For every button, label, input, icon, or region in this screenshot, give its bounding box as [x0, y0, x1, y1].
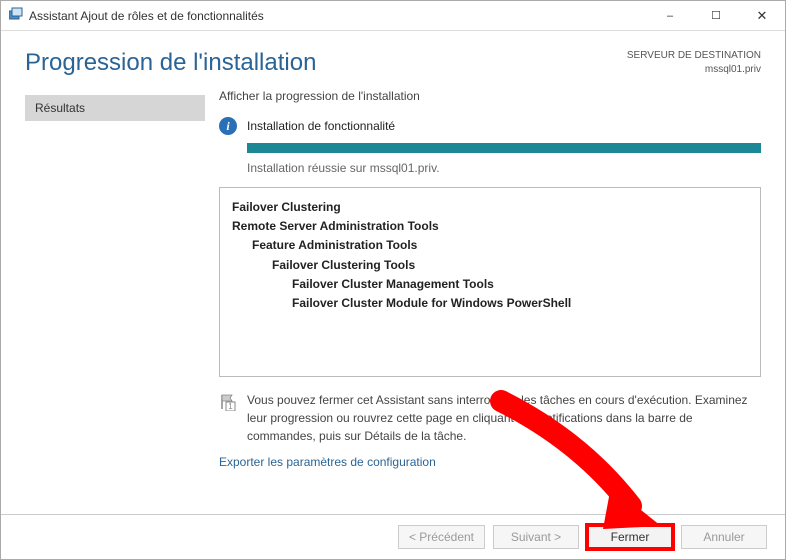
- main-subhead: Afficher la progression de l'installatio…: [219, 89, 761, 103]
- wizard-note-text: Vous pouvez fermer cet Assistant sans in…: [247, 391, 761, 445]
- sidebar-step-results[interactable]: Résultats: [25, 95, 205, 121]
- window-title: Assistant Ajout de rôles et de fonctionn…: [29, 9, 264, 23]
- info-icon: i: [219, 117, 237, 135]
- maximize-button[interactable]: ☐: [693, 1, 739, 31]
- cancel-button: Annuler: [681, 525, 767, 549]
- close-window-button[interactable]: ✕: [739, 1, 785, 31]
- feature-item: Failover Cluster Management Tools: [232, 275, 748, 294]
- install-status-title: Installation de fonctionnalité: [247, 119, 395, 133]
- wizard-footer: < Précédent Suivant > Fermer Annuler: [1, 514, 785, 559]
- previous-button: < Précédent: [398, 525, 485, 549]
- svg-text:1: 1: [228, 402, 233, 411]
- install-status-message: Installation réussie sur mssql01.priv.: [247, 161, 761, 175]
- page-title: Progression de l'installation: [25, 49, 316, 77]
- features-list: Failover ClusteringRemote Server Adminis…: [219, 187, 761, 377]
- feature-item: Feature Administration Tools: [232, 236, 748, 255]
- minimize-button[interactable]: –: [647, 1, 693, 31]
- feature-item: Failover Clustering: [232, 198, 748, 217]
- feature-item: Remote Server Administration Tools: [232, 217, 748, 236]
- app-icon: [9, 7, 23, 24]
- wizard-sidebar: Résultats: [25, 89, 205, 506]
- destination-value: mssql01.priv: [627, 63, 761, 77]
- progress-bar: [247, 143, 761, 153]
- next-button: Suivant >: [493, 525, 579, 549]
- flag-icon: 1: [219, 393, 237, 411]
- titlebar: Assistant Ajout de rôles et de fonctionn…: [1, 1, 785, 31]
- wizard-header: Progression de l'installation SERVEUR DE…: [1, 31, 785, 89]
- close-button[interactable]: Fermer: [587, 525, 673, 549]
- feature-item: Failover Clustering Tools: [232, 256, 748, 275]
- export-settings-link[interactable]: Exporter les paramètres de configuration: [219, 455, 761, 469]
- destination-label: SERVEUR DE DESTINATION: [627, 49, 761, 63]
- feature-item: Failover Cluster Module for Windows Powe…: [232, 294, 748, 313]
- wizard-main: Afficher la progression de l'installatio…: [205, 89, 761, 506]
- wizard-window: Assistant Ajout de rôles et de fonctionn…: [0, 0, 786, 560]
